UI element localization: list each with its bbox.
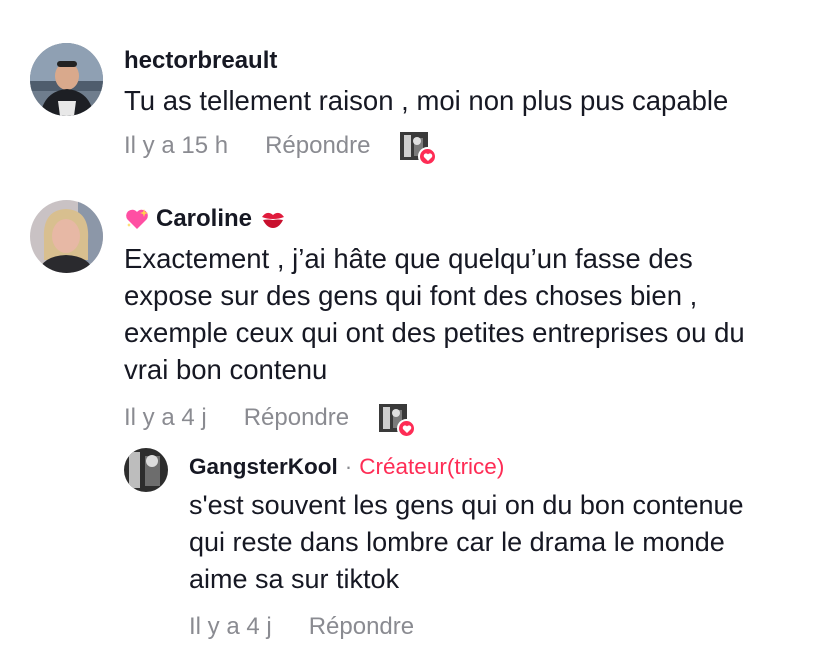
comment-text-line: Exactement , j’ai hâte que quelqu’un fas… [124,243,693,274]
reply-username[interactable]: GangsterKool [189,454,338,480]
heart-icon [418,147,438,166]
reply-meta: Il y a 4 j Répondre [189,613,444,641]
reply-button[interactable]: Répondre [244,404,349,432]
comment-username[interactable]: Caroline [156,205,252,233]
comment-text: Tu as tellement raison , moi non plus pu… [124,82,728,119]
kiss-mark-emoji-icon [260,207,286,231]
comments-panel: ​ hectorbreault Tu as tellement raison ,… [0,0,838,660]
comment-time: Il y a 4 j [124,404,207,431]
creator-liked-icon [379,404,417,438]
reply-button[interactable]: Répondre [309,613,414,641]
comment-text-line: Tu as tellement raison , moi non plus pu… [124,85,729,116]
comment-text-line: expose sur des gens qui font des choses … [124,280,698,311]
sparkling-heart-emoji-icon [124,207,150,231]
comment-text-line: vrai bon contenu [124,354,328,385]
comment-username[interactable]: hectorbreault [124,47,277,75]
separator: · [344,454,353,479]
comment-username-row: Caroline [124,205,286,233]
reply-text-line: aime sa sur tiktok [189,564,400,594]
reply-text-line: qui reste dans lombre car le drama le mo… [189,527,725,557]
reply-text-line: s'est souvent les gens qui on du bon con… [189,490,744,520]
reply-time: Il y a 4 j [189,613,272,640]
user-photo-icon [30,43,103,116]
comment-meta: Il y a 4 j Répondre [124,404,417,438]
creator-liked-icon [400,132,438,166]
comment-time: Il y a 15 h [124,132,229,159]
comment-text: Exactement , j’ai hâte que quelqu’un fas… [124,240,745,388]
creator-badge: Créateur(trice) [359,454,505,479]
avatar[interactable] [124,448,168,492]
reply-button[interactable]: Répondre [265,132,370,160]
user-photo-icon [124,448,168,492]
avatar[interactable] [30,200,103,273]
comment-text-line: exemple ceux qui ont des petites entrepr… [124,317,745,348]
avatar[interactable] [30,43,103,116]
user-photo-icon [30,200,103,273]
reply-text: s'est souvent les gens qui on du bon con… [189,487,744,598]
comment-meta: Il y a 15 h Répondre [124,132,438,166]
heart-icon [397,419,417,438]
reply-username-row: GangsterKool · Créateur(trice) [189,454,504,480]
